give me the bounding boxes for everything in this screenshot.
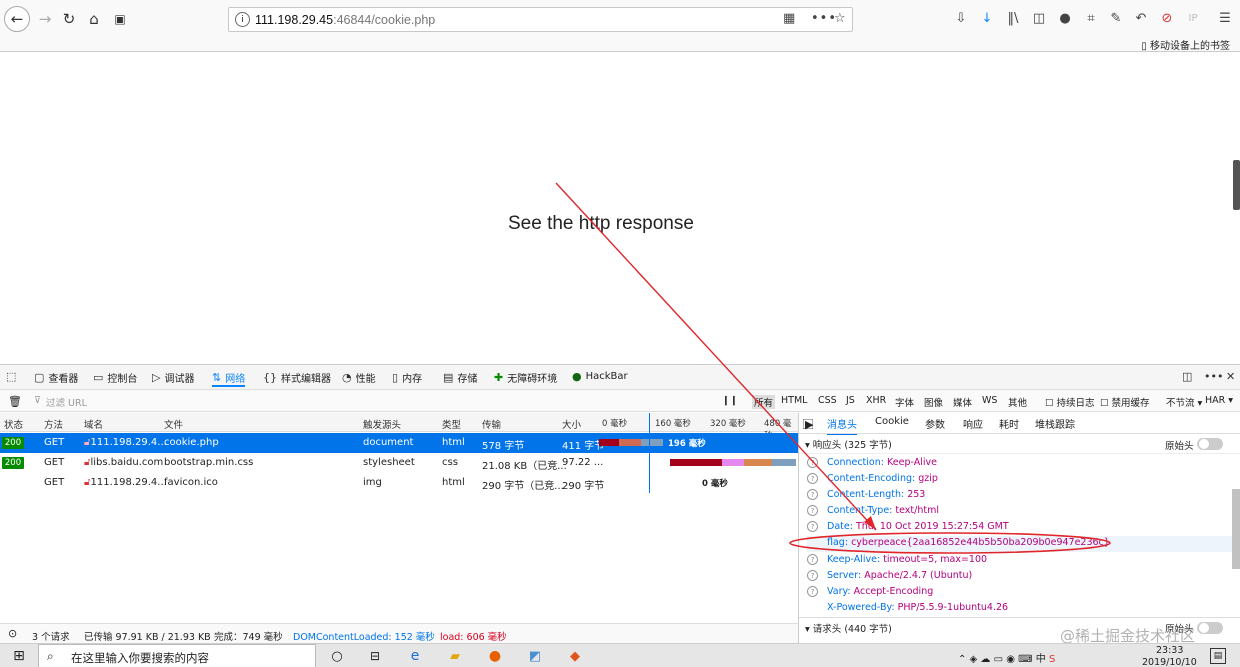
network-status-bar: ⊙ 3 个请求 已传输 97.91 KB / 21.93 KB 完成：749 毫… <box>0 623 798 643</box>
transferred-total: 已传输 97.91 KB / 21.93 KB <box>84 632 211 643</box>
windows-start-icon[interactable]: ⊞ <box>10 647 28 665</box>
notification-icon[interactable]: ▤ <box>1210 648 1226 664</box>
file-explorer-icon[interactable]: ▰ <box>446 647 464 665</box>
app-icon[interactable]: ◩ <box>526 647 544 665</box>
annotation-ellipse <box>789 532 1111 554</box>
search-icon: ⌕ <box>47 649 54 663</box>
clock-time: 23:33 <box>1156 645 1184 656</box>
annotation-arrow <box>555 182 877 531</box>
dom-content-loaded: DOMContentLoaded: 152 毫秒 <box>293 632 435 643</box>
taskbar-search-box[interactable]: ⌕ 在这里输入你要搜索的内容 <box>38 644 316 667</box>
desktop-icon[interactable]: ⊟ <box>366 647 384 665</box>
finish-time: 完成：749 毫秒 <box>214 632 283 643</box>
search-placeholder: 在这里输入你要搜索的内容 <box>71 651 209 665</box>
request-count: 3 个请求 <box>32 632 70 643</box>
tray-icons[interactable]: ⌃ ◈ ☁ ▭ ◉ ⌨ 中 S <box>958 650 1055 665</box>
red-annotation-overlay <box>555 182 1111 554</box>
load-time: load: 606 毫秒 <box>440 632 507 643</box>
windows-taskbar: ⊞ ⌕ 在这里输入你要搜索的内容 ○ ⊟ e ▰ ● ◩ ◆ ⌃ ◈ ☁ ▭ ◉… <box>0 643 1240 667</box>
clock-date: 2019/10/10 <box>1142 657 1197 667</box>
firefox-icon[interactable]: ● <box>486 647 504 665</box>
task-view-icon[interactable]: ○ <box>328 647 346 665</box>
clock-icon: ⊙ <box>8 627 18 640</box>
edge-icon[interactable]: e <box>406 647 424 665</box>
app-icon[interactable]: ◆ <box>566 647 584 665</box>
